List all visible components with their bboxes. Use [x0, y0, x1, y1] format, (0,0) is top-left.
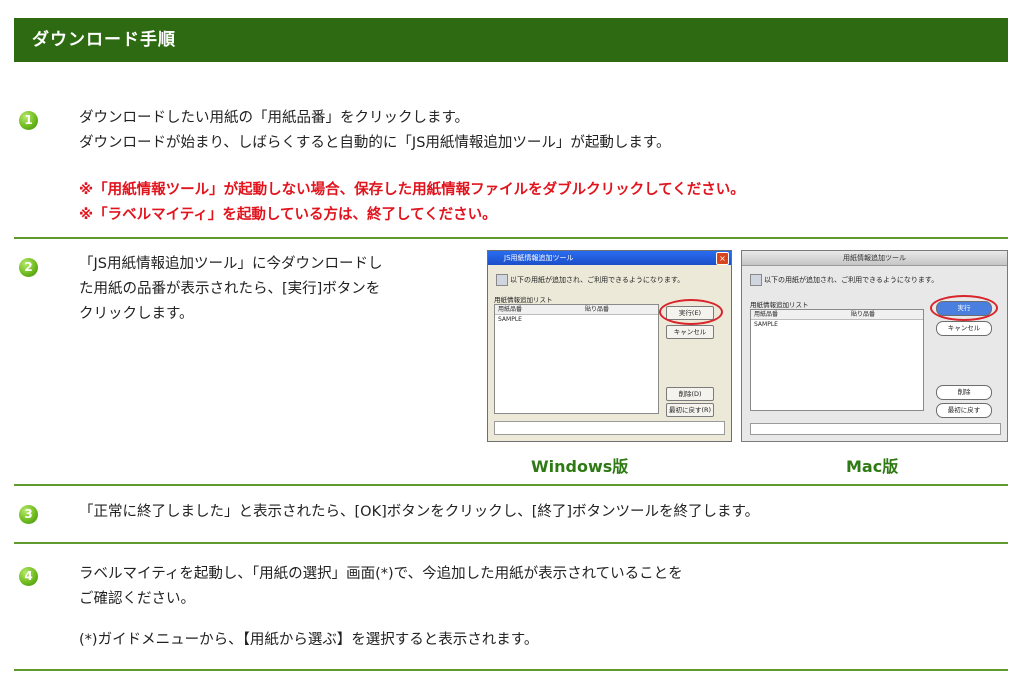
step-4-line-2: ご確認ください。: [79, 591, 195, 607]
col-header-1: 用紙品番: [498, 306, 523, 313]
highlight-circle: [659, 299, 723, 325]
mac-dialog-screenshot: 用紙情報追加ツール 以下の用紙が追加され、ご利用できるようになります。 用紙情報…: [741, 250, 1008, 442]
list-header: 用紙品番 貼り品番: [495, 305, 658, 315]
step-2-badge: 2: [19, 258, 38, 277]
restore-button: 最初に戻す: [936, 403, 992, 418]
status-bar: [494, 421, 725, 435]
cancel-button: キャンセル: [666, 325, 714, 339]
status-bar: [750, 423, 1001, 435]
restore-button: 最初に戻す(R): [666, 403, 714, 417]
step-4-footnote: (*)ガイドメニューから、【用紙から選ぶ】を選択すると表示されます。: [79, 632, 539, 648]
step-1-line-1: ダウンロードしたい用紙の「用紙品番」をクリックします。: [79, 110, 470, 126]
delete-button: 削除: [936, 385, 992, 400]
step-2-line-1: 「JS用紙情報追加ツール」に今ダウンロードし: [79, 256, 383, 272]
list-header: 用紙品番 貼り品番: [751, 310, 923, 320]
list-item: SAMPLE: [498, 316, 522, 323]
step-4-badge: 4: [19, 567, 38, 586]
step-1-badge: 1: [19, 111, 38, 130]
col-header-2: 貼り品番: [851, 311, 876, 318]
mac-caption: Mac版: [846, 457, 899, 476]
col-header-2: 貼り品番: [585, 306, 610, 313]
close-icon: ×: [716, 252, 729, 265]
windows-dialog-message: 以下の用紙が追加され、ご利用できるようになります。: [510, 276, 685, 284]
step-1-note-2: ※「ラベルマイティ」を起動している方は、終了してください。: [79, 207, 497, 223]
step-3-badge: 3: [19, 505, 38, 524]
step-1-note-1: ※「用紙情報ツール」が起動しない場合、保存した用紙情報ファイルをダブルクリックし…: [79, 182, 745, 198]
windows-dialog-title: JS用紙情報追加ツール: [488, 251, 731, 265]
divider: [14, 669, 1008, 671]
col-header-1: 用紙品番: [754, 311, 779, 318]
mac-dialog-message: 以下の用紙が追加され、ご利用できるようになります。: [764, 276, 939, 284]
step-1-line-2: ダウンロードが始まり、しばらくすると自動的に「JS用紙情報追加ツール」が起動しま…: [79, 135, 671, 151]
mac-list-label: 用紙情報追加リスト: [750, 301, 809, 309]
windows-paper-list: 用紙品番 貼り品番 SAMPLE: [494, 304, 659, 414]
step-2-line-3: クリックします。: [79, 306, 194, 322]
windows-list-label: 用紙情報追加リスト: [494, 296, 553, 304]
mac-paper-list: 用紙品番 貼り品番 SAMPLE: [750, 309, 924, 411]
info-icon: [750, 274, 762, 286]
step-3-line-1: 「正常に終了しました」と表示されたら、[OK]ボタンをクリックし、[終了]ボタン…: [79, 504, 760, 520]
highlight-circle: [930, 295, 998, 321]
windows-dialog-screenshot: JS用紙情報追加ツール × 以下の用紙が追加され、ご利用できるようになります。 …: [487, 250, 732, 442]
section-header: ダウンロード手順: [14, 18, 1008, 62]
step-4-line-1: ラベルマイティを起動し、「用紙の選択」画面(*)で、今追加した用紙が表示されてい…: [79, 566, 683, 582]
divider: [14, 237, 1008, 239]
mac-dialog-title: 用紙情報追加ツール: [742, 251, 1007, 266]
step-2-line-2: た用紙の品番が表示されたら、[実行]ボタンを: [79, 281, 381, 297]
cancel-button: キャンセル: [936, 321, 992, 336]
divider: [14, 542, 1008, 544]
info-icon: [496, 274, 508, 286]
divider: [14, 484, 1008, 486]
list-item: SAMPLE: [754, 321, 778, 328]
windows-caption: Windows版: [531, 457, 629, 476]
delete-button: 削除(D): [666, 387, 714, 401]
